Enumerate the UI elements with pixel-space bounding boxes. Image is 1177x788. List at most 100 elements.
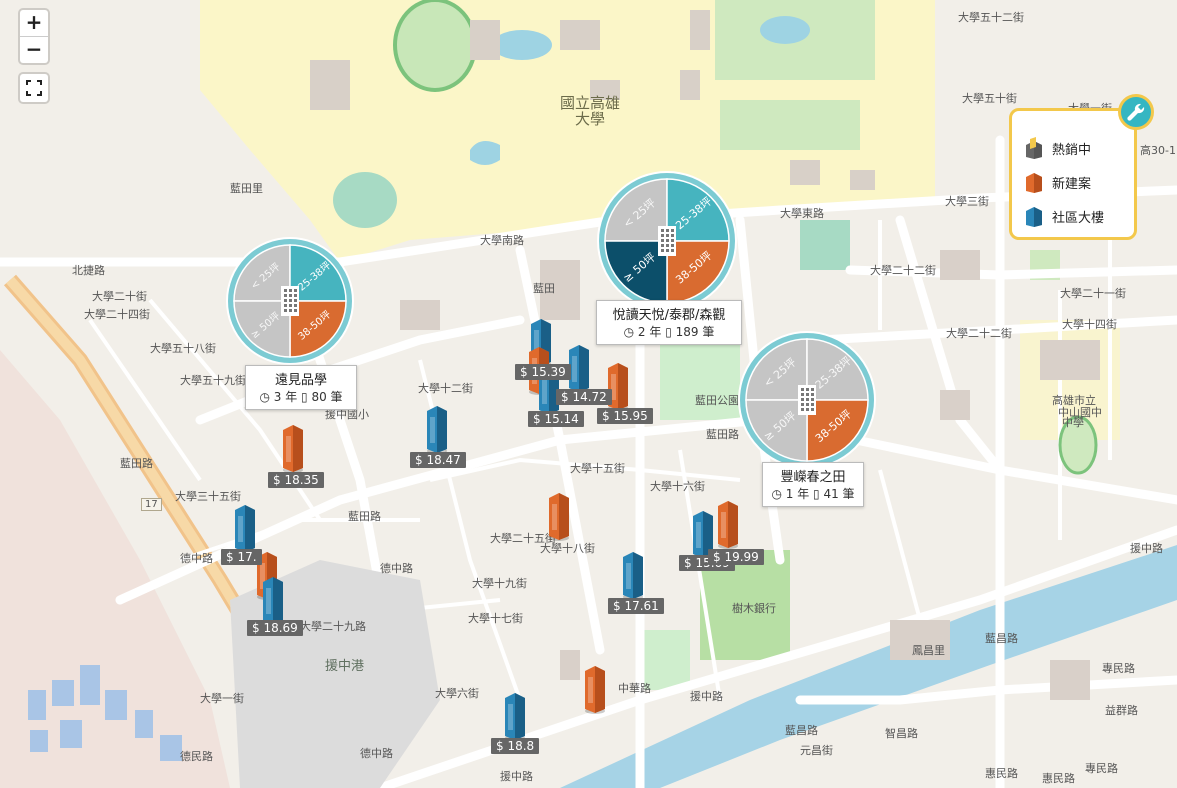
community-building-marker[interactable] — [262, 576, 283, 625]
price-label[interactable]: $ 17.61 — [608, 598, 664, 614]
clock-icon: ◷ — [623, 325, 635, 339]
map-label: 藍田里 — [230, 182, 263, 195]
map-label: 德中路 — [380, 562, 413, 575]
map-label: 高30-1 — [1140, 144, 1176, 157]
cluster-popup-2[interactable]: 豐嶸春之田 ◷ 1 年 ▯ 41 筆 — [762, 462, 864, 507]
map-label: 益群路 — [1105, 704, 1138, 717]
map-label: 17 — [141, 498, 162, 511]
pond — [492, 30, 552, 60]
community-building-marker[interactable] — [234, 504, 255, 553]
cluster-count: 189 筆 — [675, 325, 715, 339]
map-label: 大學東路 — [780, 207, 824, 220]
cluster-meta: ◷ 2 年 ▯ 189 筆 — [605, 323, 733, 340]
cluster-popup-0[interactable]: 遠見品學 ◷ 3 年 ▯ 80 筆 — [245, 365, 357, 410]
cluster-popup-1[interactable]: 悅讀天悅/泰郡/森觀 ◷ 2 年 ▯ 189 筆 — [596, 300, 742, 345]
price-label[interactable]: $ 18.35 — [268, 472, 324, 488]
map-label: 鳳昌里 — [912, 644, 945, 657]
map-label: 大學三十五街 — [175, 490, 241, 503]
fullscreen-button[interactable] — [20, 74, 48, 102]
map-canvas[interactable]: 國立高雄 大學 大學南路 大學東路 北捷路 大學二十二街 大學五十二街 大學五十… — [0, 0, 1177, 788]
document-icon: ▯ — [665, 325, 672, 339]
price-label[interactable]: $ 17. — [221, 549, 262, 565]
clock-icon: ◷ — [259, 390, 270, 404]
community-building-marker[interactable] — [622, 551, 643, 600]
map-label: 藍田路 — [706, 428, 739, 441]
price-label[interactable]: $ 18.69 — [247, 620, 303, 636]
legend-panel: 熱銷中 新建案 社區大樓 — [1009, 108, 1137, 240]
price-label[interactable]: $ 14.72 — [556, 389, 612, 405]
map-label: 大學一街 — [200, 692, 244, 705]
building-icon — [281, 286, 299, 316]
document-icon: ▯ — [813, 487, 820, 501]
legend-label: 新建案 — [1052, 176, 1092, 192]
map-label: 德中路 — [360, 747, 393, 760]
price-label[interactable]: $ 19.99 — [708, 549, 764, 565]
map-label: 專民路 — [1102, 662, 1135, 675]
zoom-control: + − — [20, 10, 48, 63]
map-label: 大學十七街 — [468, 612, 523, 625]
wrench-icon — [1127, 103, 1145, 121]
document-icon: ▯ — [301, 390, 308, 404]
cluster-meta: ◷ 1 年 ▯ 41 筆 — [771, 485, 855, 502]
legend-item-new[interactable]: 新建案 — [1024, 169, 1091, 195]
map-label: 援中路 — [500, 770, 533, 783]
map-label: 德中路 — [180, 552, 213, 565]
new-project-marker[interactable] — [584, 665, 605, 714]
community-building-marker[interactable] — [504, 692, 525, 741]
map-label: 大學二十一街 — [1060, 287, 1126, 300]
price-label[interactable]: $ 15.95 — [597, 408, 653, 424]
price-label[interactable]: $ 18.47 — [410, 452, 466, 468]
cluster-years: 2 年 — [637, 325, 662, 339]
map-label: 大學二十二街 — [870, 264, 936, 277]
settings-button[interactable] — [1118, 94, 1154, 130]
map-label: 藍田路 — [348, 510, 381, 523]
new-project-marker[interactable] — [282, 424, 303, 473]
pond — [760, 16, 810, 44]
cluster-years: 3 年 — [273, 390, 298, 404]
price-label[interactable]: $ 15.14 — [528, 411, 584, 427]
map-label: 援中路 — [1130, 542, 1163, 555]
map-label: 藍昌路 — [785, 724, 818, 737]
legend-label: 熱銷中 — [1052, 142, 1092, 158]
map-label: 大學二十街 — [92, 290, 147, 303]
new-project-icon — [1026, 173, 1042, 193]
map-label: 援中路 — [690, 690, 723, 703]
cluster-marker-2[interactable]: < 25坪 25-38坪 38-50坪 ≥ 50坪 — [737, 330, 877, 470]
community-building-marker[interactable] — [568, 344, 589, 393]
map-label: 大學五十街 — [962, 92, 1017, 105]
legend-item-community[interactable]: 社區大樓 — [1024, 203, 1104, 229]
cluster-pie: < 25坪 25-38坪38-50坪≥ 50坪 — [738, 331, 876, 469]
map-label: 大學二十九路 — [300, 620, 366, 633]
legend-item-hot[interactable]: 熱銷中 — [1024, 135, 1091, 161]
map-label: 德民路 — [180, 750, 213, 763]
map-label: 大學五十八街 — [150, 342, 216, 355]
map-label: 樹木銀行 — [732, 602, 776, 615]
price-label[interactable]: $ 15.39 — [515, 364, 571, 380]
map-label: 大學十二街 — [418, 382, 473, 395]
hot-selling-icon — [1026, 137, 1042, 159]
zoom-in-button[interactable]: + — [20, 10, 48, 36]
price-label[interactable]: $ 18.8 — [491, 738, 540, 754]
new-project-marker[interactable] — [548, 492, 569, 541]
map-label: 藍田公園 — [695, 394, 739, 407]
cluster-name: 遠見品學 — [274, 373, 327, 388]
map-label: 大學南路 — [480, 234, 524, 247]
map-label: 大學十六街 — [650, 480, 705, 493]
map-label: 大學三街 — [945, 195, 989, 208]
map-label: 中學 — [1062, 416, 1084, 429]
map-label: 惠民路 — [985, 767, 1018, 780]
zoom-out-button[interactable]: − — [20, 36, 48, 63]
cluster-pie: < 25坪 25-38坪38-50坪≥ 50坪 — [597, 171, 737, 311]
community-building-icon — [1026, 207, 1042, 227]
cluster-marker-0[interactable]: < 25坪 25-38坪 38-50坪 ≥ 50坪 — [225, 236, 355, 366]
clock-icon: ◷ — [771, 487, 782, 501]
cluster-count: 80 筆 — [311, 390, 343, 404]
cluster-years: 1 年 — [785, 487, 810, 501]
map-label: 元昌街 — [800, 744, 833, 757]
map-label: 大學五十九街 — [180, 374, 246, 387]
community-building-marker[interactable] — [426, 405, 447, 454]
cluster-name: 豐嶸春之田 — [780, 470, 846, 485]
map-label: 大學六街 — [435, 687, 479, 700]
new-project-marker[interactable] — [717, 500, 738, 549]
cluster-marker-1[interactable]: < 25坪 25-38坪 38-50坪 ≥ 50坪 — [596, 170, 738, 312]
